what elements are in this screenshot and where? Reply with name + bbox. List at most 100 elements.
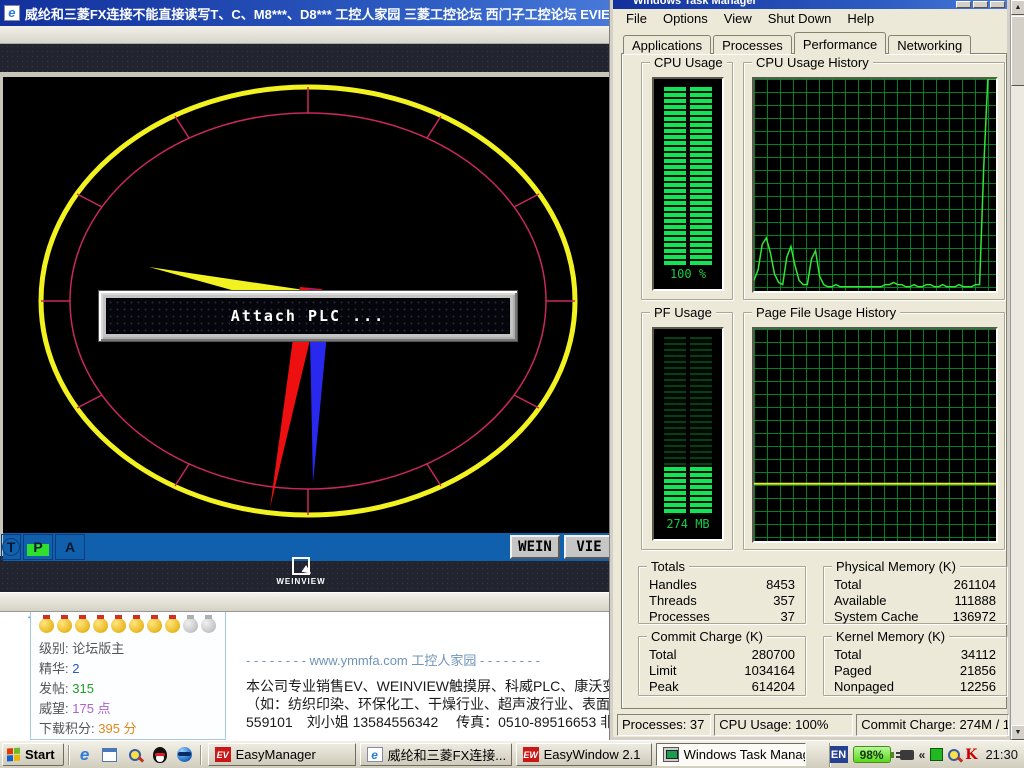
totals-groupbox: Totals Handles8453 Threads357 Processes3…	[638, 566, 806, 624]
system-tray: EN 98% « K 21:30	[829, 743, 1022, 767]
menu-options[interactable]: Options	[656, 10, 715, 27]
task-manager-title: Windows Task Manager	[633, 0, 1007, 7]
taskbar-separator	[68, 745, 70, 765]
cpu-usage-meter: 100 %	[652, 77, 724, 291]
wein-button[interactable]: WEIN	[510, 535, 560, 559]
user-credits: 下载积分: 395 分	[39, 719, 217, 739]
taskbar-button-browser[interactable]: e 威纶和三菱FX连接...	[360, 743, 512, 766]
menu-file[interactable]: File	[619, 10, 654, 27]
user-level: 级别: 论坛版主	[39, 639, 217, 659]
user-posts: 发帖: 315	[39, 679, 217, 699]
easymanager-icon: EV	[215, 747, 231, 762]
easywindow-icon: EW	[523, 747, 539, 762]
scroll-up-icon[interactable]: ▲	[1011, 0, 1024, 15]
browser-toolbar	[0, 26, 618, 44]
taskbar: Start e EV EasyManager e 威纶和三菱FX连接... EW…	[0, 740, 1024, 768]
taskbar-button-easymanager[interactable]: EV EasyManager	[208, 743, 356, 766]
quick-launch: e	[74, 746, 196, 764]
ie-icon: e	[367, 747, 383, 762]
silver-medal-icon	[183, 618, 198, 633]
power-plug-icon	[900, 750, 914, 760]
pf-history-groupbox: Page File Usage History	[743, 312, 1005, 550]
vie-button[interactable]: VIE	[564, 535, 614, 559]
media-player-icon[interactable]	[176, 746, 194, 764]
pf-usage-meter: 274 MB	[652, 327, 724, 541]
maximize-icon[interactable]	[973, 1, 988, 8]
qq-icon[interactable]	[151, 746, 169, 764]
gold-medal-icon	[111, 618, 126, 633]
attach-plc-dialog: Attach PLC ...	[98, 290, 518, 342]
menu-shutdown[interactable]: Shut Down	[761, 10, 839, 27]
task-manager-statusbar: Processes: 37 CPU Usage: 100% Commit Cha…	[617, 714, 1009, 736]
hmi-button-p[interactable]: P	[23, 534, 53, 560]
language-indicator[interactable]: EN	[830, 746, 848, 763]
taskbar-button-taskmanager[interactable]: Windows Task Manager	[656, 743, 806, 766]
gold-medal-icon	[165, 618, 180, 633]
menu-view[interactable]: View	[717, 10, 759, 27]
tray-overflow-chevron[interactable]: «	[919, 748, 926, 762]
user-prestige: 威望: 175 点	[39, 699, 217, 719]
kaspersky-icon[interactable]: K	[965, 747, 977, 763]
forum-user-panel: 级别: 论坛版主 精华: 2 发帖: 315 威望: 175 点 下载积分: 3…	[30, 612, 226, 740]
tray-clock: 21:30	[982, 747, 1018, 762]
task-manager-window: Windows Task Manager File Options View S…	[610, 0, 1010, 740]
close-icon[interactable]	[990, 1, 1005, 8]
window-doc-icon[interactable]	[101, 746, 119, 764]
taskbar-button-easywindow[interactable]: EW EasyWindow 2.1	[516, 743, 652, 766]
hmi-button-t[interactable]: T	[1, 534, 21, 560]
tray-green-icon[interactable]	[930, 748, 943, 761]
scrollbar-thumb[interactable]	[1011, 16, 1024, 86]
browser-scrollbar[interactable]: ▲ ▼	[1010, 0, 1024, 740]
tab-applications[interactable]: Applications	[623, 35, 711, 54]
status-cpu: CPU Usage: 100%	[714, 714, 853, 736]
task-manager-titlebar[interactable]: Windows Task Manager	[613, 0, 1007, 9]
window-edge-strip	[0, 592, 618, 612]
start-button[interactable]: Start	[2, 743, 64, 766]
task-manager-menubar: File Options View Shut Down Help	[613, 9, 1007, 28]
search-icon[interactable]	[126, 746, 144, 764]
gold-medal-icon	[93, 618, 108, 633]
user-essence: 精华: 2	[39, 659, 217, 679]
status-commit: Commit Charge: 274M / 1009M	[856, 714, 1009, 736]
tab-networking[interactable]: Networking	[888, 35, 971, 54]
gold-medal-icon	[75, 618, 90, 633]
tab-performance[interactable]: Performance	[794, 32, 886, 54]
minimize-icon[interactable]	[956, 1, 971, 8]
cpu-usage-value: 100 %	[654, 267, 722, 281]
taskbar-separator	[200, 745, 202, 765]
app-background-top	[0, 44, 618, 72]
medal-row	[39, 618, 217, 633]
battery-indicator[interactable]: 98%	[853, 746, 891, 763]
weinview-icon	[292, 557, 310, 575]
windows-logo-icon	[7, 748, 21, 762]
attach-plc-message: Attach PLC ...	[231, 307, 385, 325]
gold-medal-icon	[147, 618, 162, 633]
ie-icon[interactable]: e	[76, 746, 94, 764]
pf-usage-groupbox: PF Usage 274 MB	[641, 312, 733, 550]
status-processes: Processes: 37	[617, 714, 711, 736]
browser-titlebar[interactable]: e 威纶和三菱FX连接不能直接读写T、C、M8***、D8*** 工控人家园 三…	[0, 0, 618, 26]
cpu-usage-groupbox: CPU Usage 100 %	[641, 62, 733, 300]
gold-medal-icon	[39, 618, 54, 633]
cpu-history-line	[754, 79, 996, 287]
pf-history-graph	[752, 327, 998, 543]
kernel-memory-groupbox: Kernel Memory (K) Total34112 Paged21856 …	[823, 636, 1007, 696]
physical-memory-groupbox: Physical Memory (K) Total261104 Availabl…	[823, 566, 1007, 624]
scroll-down-icon[interactable]: ▼	[1011, 725, 1024, 740]
ie-page-icon: e	[4, 5, 20, 21]
task-manager-tabs: Applications Processes Performance Netwo…	[623, 32, 973, 54]
hmi-button-a[interactable]: A	[55, 534, 85, 560]
cpu-history-graph	[752, 77, 998, 293]
desktop: e 威纶和三菱FX连接不能直接读写T、C、M8***、D8*** 工控人家园 三…	[0, 0, 1024, 768]
commit-charge-groupbox: Commit Charge (K) Total280700 Limit10341…	[638, 636, 806, 696]
pf-usage-value: 274 MB	[654, 517, 722, 531]
gold-medal-icon	[129, 618, 144, 633]
silver-medal-icon	[201, 618, 216, 633]
tab-processes[interactable]: Processes	[713, 35, 792, 54]
browser-title: 威纶和三菱FX连接不能直接读写T、C、M8***、D8*** 工控人家园 三菱工…	[25, 4, 614, 23]
tray-search-icon[interactable]	[948, 749, 960, 761]
weinview-shortcut[interactable]: WEINVIEW	[278, 557, 324, 591]
taskmanager-icon	[663, 747, 679, 762]
cpu-history-groupbox: CPU Usage History	[743, 62, 1005, 300]
menu-help[interactable]: Help	[840, 10, 881, 27]
